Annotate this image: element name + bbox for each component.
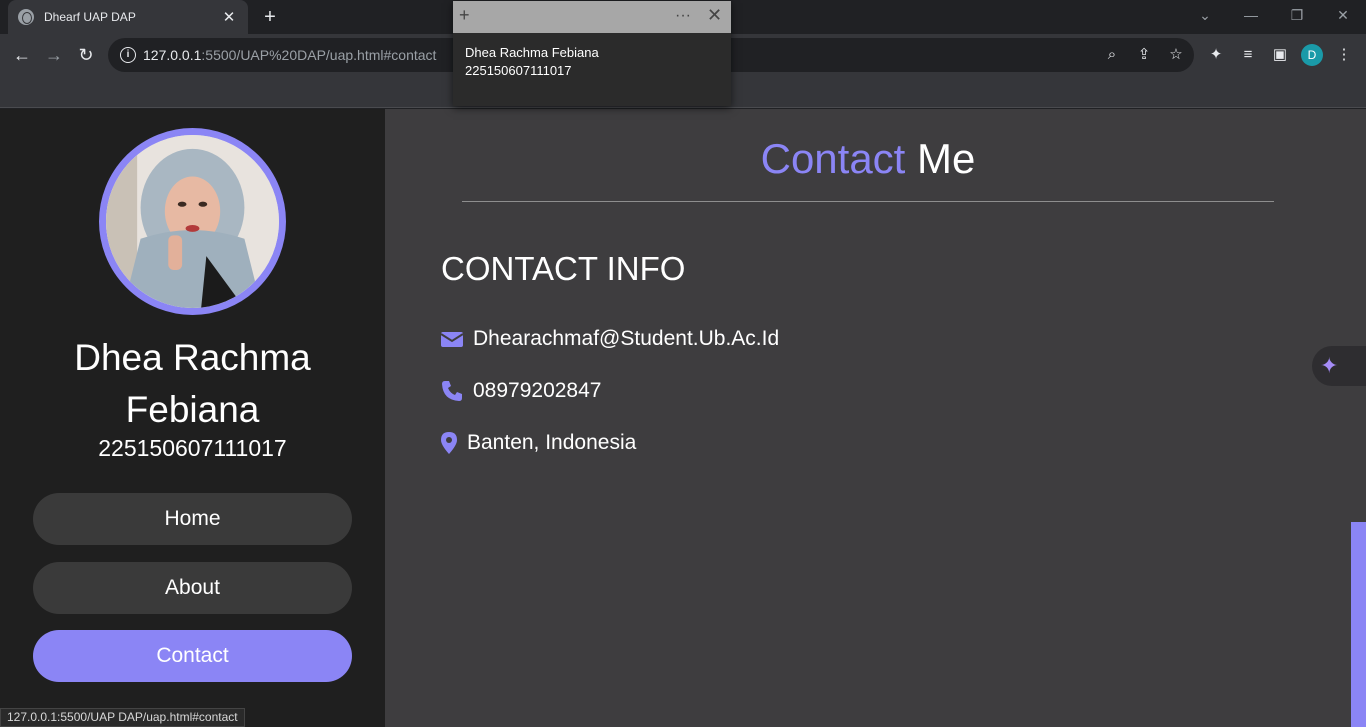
url-text: 127.0.0.1:5500/UAP%20DAP/uap.html#contac… (143, 47, 436, 63)
nav-home-button[interactable]: Home (33, 493, 352, 545)
profile-name-line2: Febiana (125, 389, 260, 430)
profile-name-line1: Dhea Rachma (74, 337, 311, 378)
envelope-icon (440, 327, 464, 351)
side-panel-icon[interactable]: ▣ (1270, 45, 1290, 65)
contact-email-row: Dhearachmaf@Student.Ub.Ac.Id (440, 327, 779, 351)
plus-icon[interactable]: + (459, 5, 470, 26)
profile-nim: 225150607111017 (98, 435, 287, 461)
main-content: Contact Me CONTACT INFO Dhearachmaf@Stud… (385, 109, 1366, 727)
bookmark-star-icon[interactable]: ☆ (1166, 45, 1186, 65)
media-control-icon[interactable]: ≡ (1238, 45, 1258, 65)
popup-body: Dhea Rachma Febiana 225150607111017 (453, 33, 731, 91)
page-title-accent: Contact (760, 135, 906, 182)
popup-window: + ··· ✕ Dhea Rachma Febiana 225150607111… (453, 1, 731, 106)
menu-kebab-icon[interactable]: ⋮ (1334, 45, 1354, 65)
share-icon[interactable]: ⇪ (1134, 45, 1154, 65)
globe-icon (18, 9, 34, 25)
tab-search-button[interactable]: ⌄ (1182, 0, 1228, 34)
extensions-icon[interactable]: ✦ (1206, 45, 1226, 65)
minimize-button[interactable]: — (1228, 0, 1274, 34)
contact-phone-row: 08979202847 (440, 379, 601, 403)
sidebar: Dhea Rachma Febiana 225150607111017 Home… (0, 109, 385, 727)
tab-title: Dhearf UAP DAP (44, 10, 136, 24)
nav-about-button[interactable]: About (33, 562, 352, 614)
contact-location: Banten, Indonesia (467, 431, 637, 454)
phone-icon (440, 379, 464, 403)
url-host: 127.0.0.1 (143, 47, 202, 63)
window-close-button[interactable]: ✕ (1320, 0, 1366, 34)
popup-name: Dhea Rachma Febiana (465, 45, 599, 60)
profile-avatar[interactable]: D (1301, 44, 1323, 66)
page-title-rest: Me (917, 135, 976, 182)
popup-nim: 225150607111017 (465, 63, 572, 78)
tab-close-icon[interactable]: ✕ (220, 8, 238, 26)
popup-close-icon[interactable]: ✕ (707, 5, 722, 26)
sparkle-assistant-icon[interactable]: ✦ (1312, 346, 1366, 386)
new-tab-button[interactable]: + (258, 5, 282, 29)
reload-icon[interactable]: ↻ (72, 41, 100, 69)
back-arrow-icon[interactable]: ← (8, 41, 36, 69)
map-pin-icon (440, 431, 458, 455)
zoom-icon[interactable]: ⌕ (1102, 45, 1122, 65)
more-icon[interactable]: ··· (675, 7, 691, 25)
profile-photo (99, 128, 286, 315)
browser-tab[interactable]: Dhearf UAP DAP ✕ (8, 0, 248, 34)
popup-titlebar: + ··· ✕ (453, 1, 731, 33)
site-info-icon[interactable]: i (120, 47, 136, 63)
portrait-illustration (106, 135, 279, 308)
page-title: Contact Me (385, 135, 1351, 183)
contact-location-row: Banten, Indonesia (440, 431, 636, 455)
contact-phone: 08979202847 (473, 379, 602, 402)
forward-arrow-icon[interactable]: → (40, 41, 68, 69)
scroll-indicator[interactable] (1351, 522, 1366, 727)
title-divider (462, 201, 1274, 202)
profile-name: Dhea Rachma Febiana (0, 332, 385, 436)
nav-contact-button[interactable]: Contact (33, 630, 352, 682)
contact-email: Dhearachmaf@Student.Ub.Ac.Id (473, 327, 780, 350)
url-path: :5500/UAP%20DAP/uap.html#contact (201, 47, 437, 63)
status-bar-url: 127.0.0.1:5500/UAP DAP/uap.html#contact (0, 708, 245, 727)
restore-button[interactable]: ❐ (1274, 0, 1320, 34)
contact-info-heading: CONTACT INFO (441, 250, 686, 287)
